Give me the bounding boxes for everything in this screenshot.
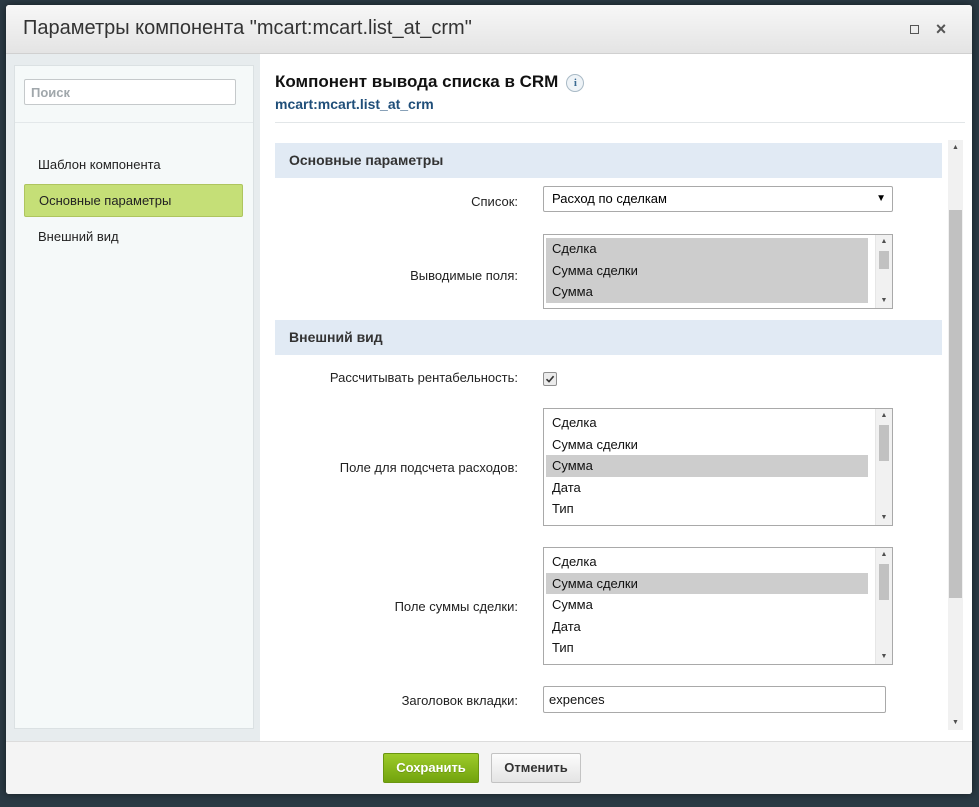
main-scrollbar[interactable]: ▲ ▼ <box>948 140 963 730</box>
list-option[interactable]: Сумма сделки <box>546 260 868 282</box>
cancel-button[interactable]: Отменить <box>491 753 581 783</box>
expense-field-listbox[interactable]: Сделка Сумма сделки Сумма Дата Тип ▲ ▼ <box>543 408 893 526</box>
scroll-up-icon[interactable]: ▲ <box>876 548 892 562</box>
scroll-up-icon[interactable]: ▲ <box>948 140 963 155</box>
tab-title-label: Заголовок вкладки: <box>401 693 518 708</box>
list-option[interactable]: Сделка <box>546 551 868 573</box>
scroll-down-icon[interactable]: ▼ <box>876 511 892 525</box>
output-fields-listbox[interactable]: Сделка Сумма сделки Сумма ▲ ▼ <box>543 234 893 309</box>
sidebar-item-appearance[interactable]: Внешний вид <box>24 220 243 253</box>
list-option[interactable]: Сделка <box>546 238 868 260</box>
output-fields-label: Выводимые поля: <box>410 268 518 283</box>
list-select[interactable]: Расход по сделкам ▼ <box>543 186 893 212</box>
list-option[interactable]: Сумма <box>546 594 868 616</box>
maximize-icon[interactable] <box>904 19 924 39</box>
list-select-value: Расход по сделкам <box>552 191 667 206</box>
deal-sum-label: Поле суммы сделки: <box>394 599 518 614</box>
listbox-scrollbar[interactable]: ▲ ▼ <box>875 409 892 525</box>
expense-field-label: Поле для подсчета расходов: <box>339 460 518 475</box>
sidebar-divider <box>15 122 253 123</box>
list-option[interactable]: Тип <box>546 498 868 520</box>
section-header-basic: Основные параметры <box>275 143 942 178</box>
list-option-selected[interactable]: Сумма <box>546 455 868 477</box>
component-code: mcart:mcart.list_at_crm <box>275 96 434 112</box>
sidebar: Шаблон компонента Основные параметры Вне… <box>14 65 254 729</box>
profitability-label: Рассчитывать рентабельность: <box>329 370 518 385</box>
checkmark-icon <box>545 375 555 383</box>
dialog-title: Параметры компонента "mcart:mcart.list_a… <box>23 17 472 39</box>
save-button[interactable]: Сохранить <box>383 753 479 783</box>
scroll-down-icon[interactable]: ▼ <box>948 715 963 730</box>
profitability-checkbox[interactable] <box>543 372 557 386</box>
list-option-selected[interactable]: Сумма сделки <box>546 572 868 594</box>
list-option[interactable]: Дата <box>546 477 868 499</box>
scroll-up-icon[interactable]: ▲ <box>876 235 892 249</box>
params-scroll-area: Основные параметры Список: Расход по сде… <box>275 140 947 730</box>
component-title-text: Компонент вывода списка в CRM <box>275 72 559 91</box>
scroll-down-icon[interactable]: ▼ <box>876 650 892 664</box>
component-title: Компонент вывода списка в CRM i <box>275 72 585 92</box>
dialog-footer: Сохранить Отменить <box>6 741 972 794</box>
search-input[interactable] <box>24 79 236 105</box>
main-panel: Компонент вывода списка в CRM i mcart:mca… <box>260 54 972 741</box>
dialog-content: Шаблон компонента Основные параметры Вне… <box>6 54 972 741</box>
listbox-scrollbar[interactable]: ▲ ▼ <box>875 235 892 308</box>
scroll-thumb[interactable] <box>879 425 889 461</box>
header-divider <box>275 122 965 123</box>
scroll-thumb[interactable] <box>879 564 889 600</box>
dialog-titlebar[interactable]: Параметры компонента "mcart:mcart.list_a… <box>6 5 972 54</box>
scroll-up-icon[interactable]: ▲ <box>876 409 892 423</box>
scroll-down-icon[interactable]: ▼ <box>876 294 892 308</box>
chevron-down-icon: ▼ <box>876 193 886 204</box>
scroll-thumb[interactable] <box>879 251 889 269</box>
section-header-appearance: Внешний вид <box>275 320 942 355</box>
list-option[interactable]: Сумма сделки <box>546 434 868 456</box>
component-parameters-dialog: Параметры компонента "mcart:mcart.list_a… <box>6 5 972 794</box>
scroll-thumb[interactable] <box>949 210 962 598</box>
list-option[interactable]: Дата <box>546 616 868 638</box>
close-icon[interactable]: × <box>931 19 951 39</box>
list-option[interactable]: Сделка <box>546 412 868 434</box>
tab-title-input[interactable] <box>543 686 886 713</box>
deal-sum-listbox[interactable]: Сделка Сумма сделки Сумма Дата Тип ▲ ▼ <box>543 547 893 665</box>
sidebar-item-template[interactable]: Шаблон компонента <box>24 148 243 181</box>
list-option[interactable]: Сумма <box>546 281 868 303</box>
list-label: Список: <box>471 194 518 209</box>
list-option[interactable]: Тип <box>546 637 868 659</box>
info-icon[interactable]: i <box>566 73 585 92</box>
listbox-scrollbar[interactable]: ▲ ▼ <box>875 548 892 664</box>
sidebar-item-basic-params[interactable]: Основные параметры <box>24 184 243 217</box>
